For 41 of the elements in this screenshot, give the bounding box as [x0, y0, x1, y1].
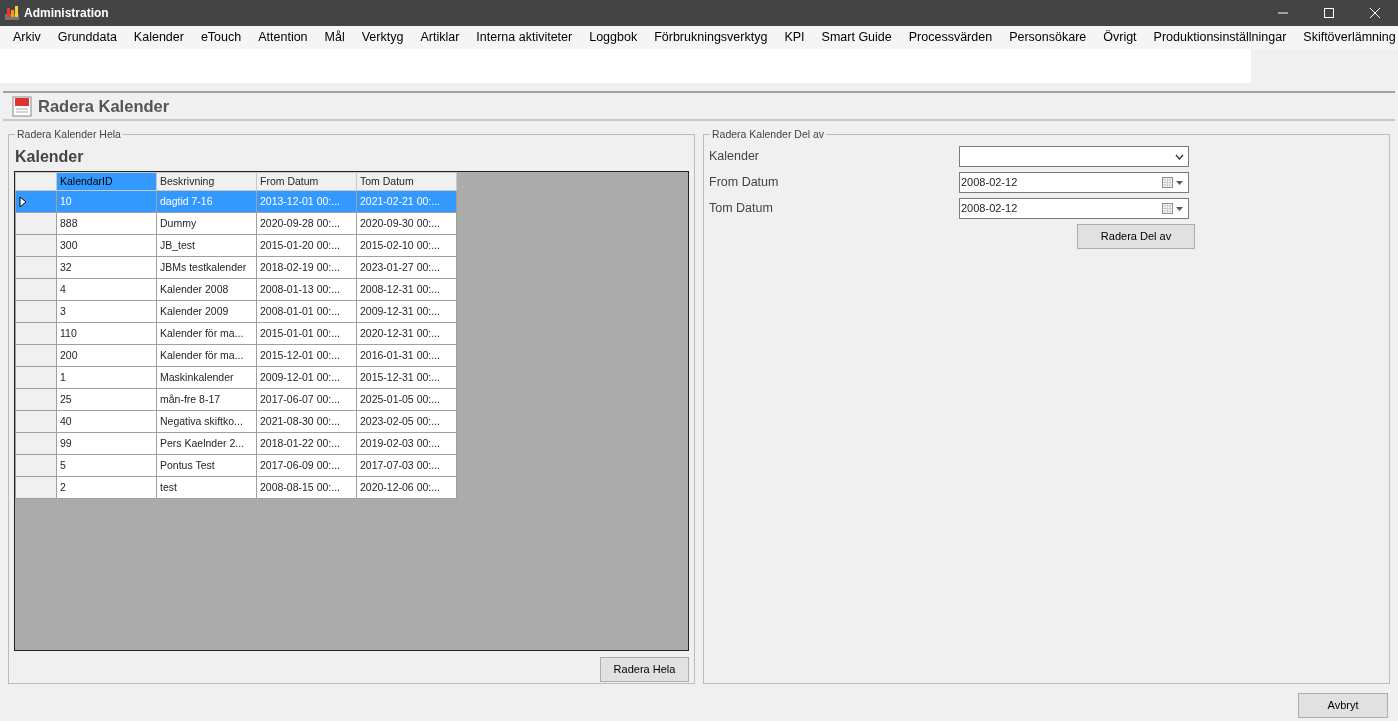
menu-item[interactable]: Kalender [124, 28, 192, 47]
menu-item[interactable]: KPI [775, 28, 813, 47]
date-field[interactable]: 2008-02-12 [959, 172, 1189, 193]
page-title: Radera Kalender [38, 95, 170, 117]
menu-item[interactable]: Verktyg [352, 28, 412, 47]
menu-item[interactable]: Arkiv [4, 28, 49, 47]
delete-part-button[interactable]: Radera Del av [1077, 224, 1195, 249]
field-label: Kalender [709, 148, 761, 166]
close-icon [1370, 8, 1380, 18]
app-icon [4, 5, 20, 21]
menu-item[interactable]: Övrigt [1094, 28, 1145, 47]
maximize-icon [1324, 8, 1334, 18]
menu-item[interactable]: Processvärden [899, 28, 1001, 47]
chevron-down-icon [1175, 153, 1184, 160]
cancel-button[interactable]: Avbryt [1298, 693, 1388, 718]
calendar-icon [1162, 177, 1184, 188]
menu-item[interactable]: Produktionsinställningar [1144, 28, 1295, 47]
column-header[interactable]: KalendarID [56, 172, 157, 191]
menu-item[interactable]: Loggbok [580, 28, 646, 47]
column-header[interactable]: From Datum [256, 172, 357, 191]
column-header[interactable]: Tom Datum [356, 172, 457, 191]
window-title: Administration [24, 5, 109, 22]
menu-item[interactable]: Personsökare [1000, 28, 1095, 47]
grid-heading: Kalender [15, 147, 85, 167]
calendar-icon [1162, 203, 1184, 214]
menu-item[interactable]: Förbrukningsverktyg [645, 28, 776, 47]
menu-item[interactable]: eTouch [191, 28, 250, 47]
dropdown-field[interactable] [959, 146, 1189, 167]
date-field[interactable]: 2008-02-12 [959, 198, 1189, 219]
field-label: Tom Datum [709, 200, 774, 218]
menu-item[interactable]: Grunddata [48, 28, 125, 47]
delete-all-button[interactable]: Radera Hela [600, 657, 689, 682]
menu-item[interactable]: Interna aktiviteter [467, 28, 581, 47]
menu-item[interactable]: Smart Guide [812, 28, 900, 47]
calendar-icon [12, 95, 32, 117]
field-label: From Datum [709, 174, 780, 192]
menu-item[interactable]: Mål [315, 28, 353, 47]
column-header[interactable]: Beskrivning [156, 172, 257, 191]
menu-item[interactable]: Attention [249, 28, 316, 47]
menu-item[interactable]: Skiftöverlämning [1294, 28, 1398, 47]
menu-item[interactable]: Artiklar [411, 28, 468, 47]
